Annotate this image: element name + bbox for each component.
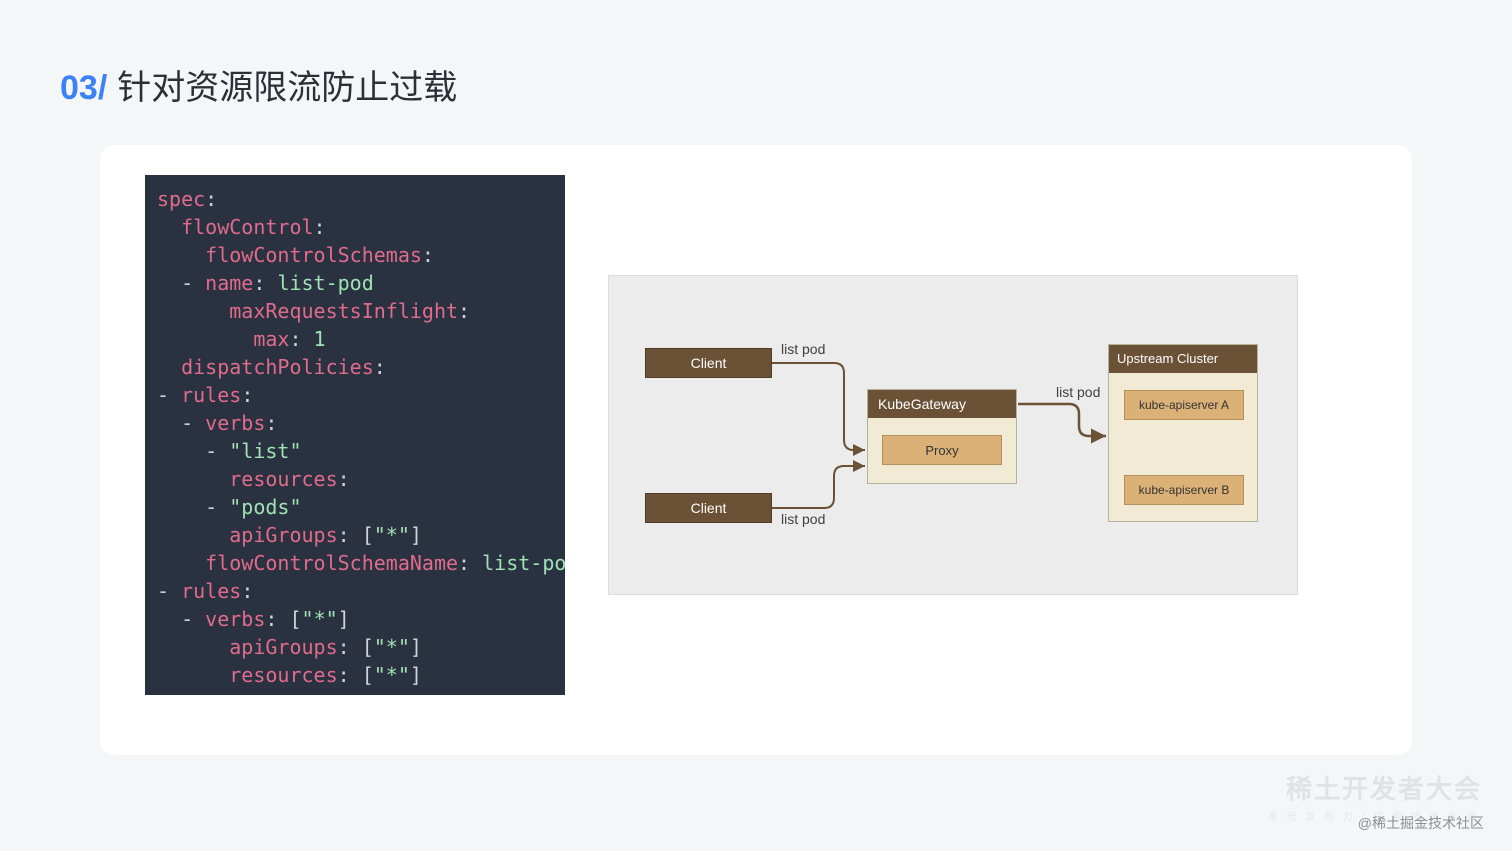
- apiserver-a-label: kube-apiserver A: [1139, 398, 1229, 412]
- apiserver-b-label: kube-apiserver B: [1139, 483, 1230, 497]
- section-title: 针对资源限流防止过载: [117, 60, 457, 109]
- kubegateway-box: KubeGateway Proxy: [867, 389, 1017, 484]
- slide-header: 03/ 针对资源限流防止过载: [60, 60, 457, 109]
- watermark-main: 稀土开发者大会: [1286, 769, 1482, 806]
- apiserver-a-box: kube-apiserver A: [1124, 390, 1244, 420]
- client-label-1: Client: [691, 355, 727, 371]
- kubegateway-title: KubeGateway: [868, 390, 1016, 418]
- upstream-title: Upstream Cluster: [1109, 345, 1257, 373]
- footer-credit: @稀土掘金技术社区: [1358, 813, 1484, 833]
- proxy-label: Proxy: [925, 443, 958, 458]
- section-number: 03/: [60, 69, 107, 108]
- edge-label-1: list pod: [781, 341, 825, 357]
- edge-label-2: list pod: [781, 511, 825, 527]
- architecture-diagram: Client Client list pod list pod list pod…: [608, 275, 1298, 595]
- client-box-1: Client: [645, 348, 772, 378]
- upstream-cluster-box: Upstream Cluster kube-apiserver A kube-a…: [1108, 344, 1258, 522]
- apiserver-b-box: kube-apiserver B: [1124, 475, 1244, 505]
- client-label-2: Client: [691, 500, 727, 516]
- content-card: spec: flowControl: flowControlSchemas: -…: [100, 145, 1412, 755]
- proxy-box: Proxy: [882, 435, 1002, 465]
- client-box-2: Client: [645, 493, 772, 523]
- yaml-code-block: spec: flowControl: flowControlSchemas: -…: [145, 175, 565, 695]
- edge-label-3: list pod: [1056, 384, 1100, 400]
